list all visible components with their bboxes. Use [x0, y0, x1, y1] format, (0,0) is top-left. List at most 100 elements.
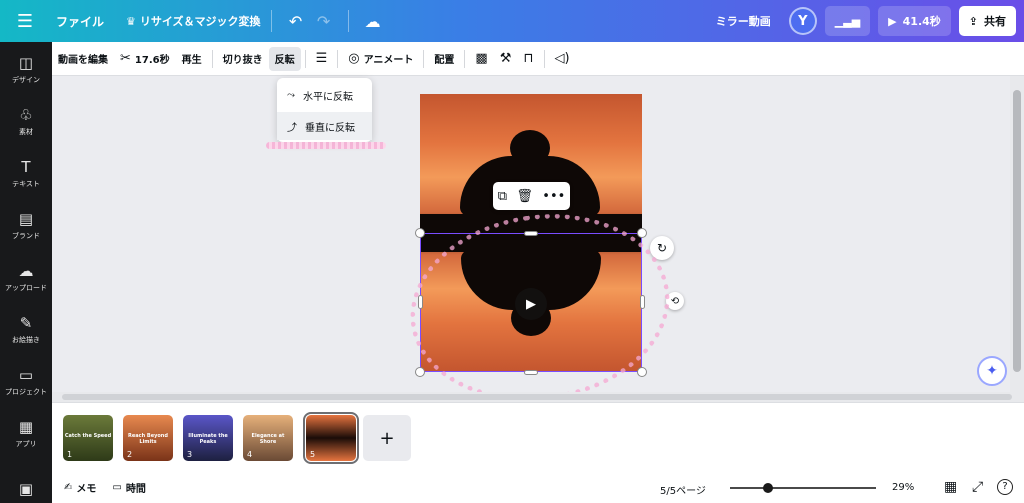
crown-icon: ♛ — [126, 14, 136, 28]
duplicate-icon[interactable]: ⧉ — [498, 189, 507, 204]
page-strip: Catch the Speed 1 Reach Beyond Limits 2 Il… — [52, 402, 1024, 472]
zoom-level[interactable]: 29% — [892, 482, 914, 493]
menu-icon[interactable]: ☰ — [0, 0, 50, 42]
border-style-button[interactable]: ☰ — [310, 47, 334, 71]
divider — [211, 49, 213, 68]
animate-icon: ◎ — [348, 51, 360, 66]
sidebar-item-projects[interactable]: ▭ プロジェクト — [0, 366, 52, 397]
help-icon[interactable]: ? — [997, 479, 1013, 495]
sparkle-icon: ✦ — [986, 363, 998, 379]
context-toolbar: 動画を編集 ✂ 17.6秒 再生 切り抜き 反転 ☰ ◎ アニメート 配置 ▩ ⚒ … — [52, 42, 1024, 76]
design-title[interactable]: ミラー動画 — [716, 13, 771, 29]
avatar[interactable]: Y — [788, 7, 817, 35]
grid-view-icon[interactable]: ▦ — [944, 479, 957, 495]
sidebar-item-apps[interactable]: ▦ アプリ — [0, 418, 52, 449]
flip-vertical-option[interactable]: ⤴ 垂直に反転 — [277, 112, 372, 140]
floating-toolbar: ⧉ 🗑 ••• — [493, 182, 570, 210]
brand-icon: ▤ — [18, 210, 34, 228]
zoom-slider-knob[interactable] — [763, 483, 773, 493]
scissors-icon: ✂ — [120, 51, 131, 66]
design-icon: ◫ — [18, 54, 34, 72]
share-icon: ⇪ — [968, 14, 978, 28]
file-menu[interactable]: ファイル — [56, 13, 104, 30]
flip-horizontal-icon: ⤳ — [287, 89, 295, 101]
lines-icon: ☰ — [315, 51, 328, 66]
page-thumbnail-4[interactable]: Elegance at Shore 4 — [243, 415, 293, 461]
page-thumbnail-5[interactable]: 5 — [303, 412, 359, 464]
insights-button[interactable]: ▁▃▅ — [824, 6, 871, 36]
more-icon[interactable]: ••• — [542, 189, 565, 204]
zoom-slider[interactable] — [730, 487, 876, 489]
animate-button[interactable]: ◎ アニメート — [342, 47, 419, 71]
lock-icon: ⊓ — [523, 51, 534, 66]
swap-icon: ⟲ — [670, 295, 680, 307]
magic-assistant-button[interactable]: ✦ — [977, 356, 1007, 386]
horizontal-scrollbar[interactable] — [52, 392, 1024, 402]
video-frame-original[interactable] — [420, 94, 642, 233]
text-icon: T — [21, 158, 31, 176]
sidebar-item-draw[interactable]: ✎ お絵描き — [0, 314, 52, 345]
plus-icon: + — [379, 427, 395, 449]
image-icon: ▣ — [18, 480, 34, 498]
vertical-scrollbar[interactable] — [1010, 76, 1024, 392]
transparency-button[interactable]: ▩ — [469, 47, 493, 71]
rotate-icon: ↻ — [656, 241, 668, 255]
sidebar-item-photos[interactable]: ▣ — [0, 480, 52, 498]
flip-vertical-icon: ⤴ — [287, 122, 297, 134]
divider — [423, 49, 425, 68]
play-icon: ▶ — [888, 14, 897, 28]
share-button[interactable]: ⇪ 共有 — [958, 6, 1016, 36]
sidebar-item-uploads[interactable]: ☁ アップロード — [0, 262, 52, 293]
timer-icon: ▭ — [112, 482, 122, 493]
cloud-save-icon[interactable]: ☁ — [359, 12, 387, 31]
sidebar-item-elements[interactable]: ♧ 素材 — [0, 106, 52, 137]
checkerboard-icon: ▩ — [475, 51, 488, 66]
top-bar-right: ミラー動画 Y ▁▃▅ ▶ 41.4秒 ⇪ 共有 — [716, 6, 1016, 36]
timer-button[interactable]: ▭ 時間 — [112, 480, 145, 495]
apps-grid-icon: ▦ — [18, 418, 34, 436]
edit-video-button[interactable]: 動画を編集 — [52, 47, 114, 71]
undo-icon[interactable]: ↶ — [282, 12, 310, 31]
page-thumbnail-3[interactable]: Illuminate the Peaks 3 — [183, 415, 233, 461]
elements-icon: ♧ — [19, 106, 33, 124]
resize-handle-bottom-right[interactable] — [637, 367, 647, 377]
divider — [543, 49, 545, 68]
sidebar-item-text[interactable]: T テキスト — [0, 158, 52, 189]
highlight-stroke — [266, 142, 386, 149]
trim-button[interactable]: ✂ 17.6秒 — [114, 47, 176, 71]
divider — [464, 49, 466, 68]
flip-button[interactable]: 反転 — [268, 46, 301, 71]
speaker-icon: ◁) — [554, 51, 570, 66]
divider — [270, 10, 272, 32]
resize-handle-top-right[interactable] — [637, 228, 647, 238]
lock-button[interactable]: ⊓ — [517, 47, 539, 71]
fullscreen-icon[interactable]: ⤢ — [972, 479, 983, 495]
sidebar: ◫ デザイン ♧ 素材 T テキスト ▤ ブランド ☁ アップロード ✎ お絵描き ▭ プロジ… — [0, 42, 52, 503]
resize-handle-top-left[interactable] — [415, 228, 425, 238]
flip-horizontal-option[interactable]: ⤳ 水平に反転 — [277, 81, 372, 109]
pen-icon: ✎ — [19, 314, 33, 332]
scroll-thumb[interactable] — [1013, 90, 1021, 372]
notes-button[interactable]: ✍ メモ — [64, 480, 96, 495]
resize-handle-bottom-left[interactable] — [415, 367, 425, 377]
sidebar-item-design[interactable]: ◫ デザイン — [0, 54, 52, 85]
present-button[interactable]: ▶ 41.4秒 — [878, 6, 951, 36]
page-thumbnail-2[interactable]: Reach Beyond Limits 2 — [123, 415, 173, 461]
play-button[interactable]: 再生 — [176, 47, 208, 71]
page-thumbnail-1[interactable]: Catch the Speed 1 — [63, 415, 113, 461]
paint-format-button[interactable]: ⚒ — [494, 47, 518, 71]
crop-button[interactable]: 切り抜き — [217, 47, 269, 71]
add-page-button[interactable]: + — [363, 415, 411, 461]
footer: ✍ メモ ▭ 時間 5/5ページ 29% ▦ ⤢ ? — [52, 472, 1024, 503]
bar-chart-icon: ▁▃▅ — [834, 14, 861, 28]
redo-icon[interactable]: ↷ — [310, 12, 338, 31]
trash-icon[interactable]: 🗑 — [516, 189, 533, 204]
flip-dropdown: ⤳ 水平に反転 ⤴ 垂直に反転 — [277, 78, 372, 142]
scroll-thumb[interactable] — [62, 394, 1012, 400]
volume-button[interactable]: ◁) — [549, 47, 576, 71]
folder-icon: ▭ — [18, 366, 34, 384]
sidebar-item-brand[interactable]: ▤ ブランド — [0, 210, 52, 241]
page-indicator[interactable]: 5/5ページ — [660, 482, 706, 497]
resize-button[interactable]: ♛ リサイズ＆マジック変換 — [126, 13, 261, 29]
position-button[interactable]: 配置 — [428, 47, 460, 71]
